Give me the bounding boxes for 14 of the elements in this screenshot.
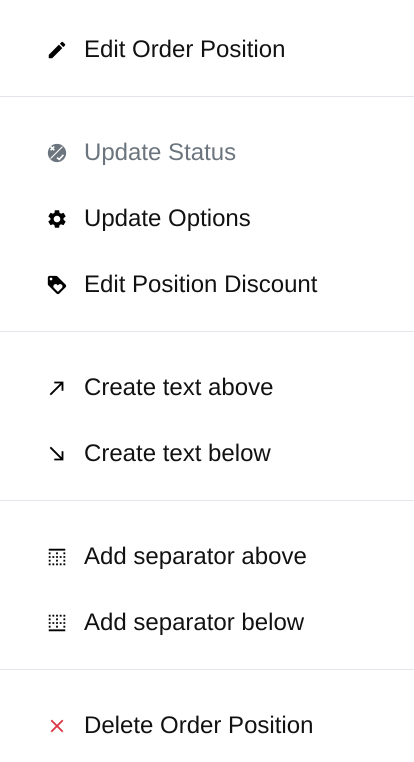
menu-item[interactable]: Create text above bbox=[0, 355, 414, 421]
menu-item[interactable]: Add separator above bbox=[0, 524, 414, 590]
gear-icon bbox=[46, 208, 68, 230]
pencil-icon bbox=[46, 39, 68, 61]
menu-item[interactable]: Update Options bbox=[0, 186, 414, 252]
tag-icon bbox=[46, 274, 68, 296]
menu-item[interactable]: Edit Position Discount bbox=[0, 252, 414, 318]
menu-item[interactable]: Edit Order Position bbox=[0, 17, 414, 83]
border-bottom-icon bbox=[46, 612, 68, 634]
menu-item[interactable]: Delete Order Position bbox=[0, 693, 414, 759]
menu-item[interactable]: Add separator below bbox=[0, 590, 414, 656]
border-top-icon bbox=[46, 546, 68, 568]
status-icon bbox=[46, 142, 68, 164]
menu-item[interactable]: Create text below bbox=[0, 421, 414, 487]
